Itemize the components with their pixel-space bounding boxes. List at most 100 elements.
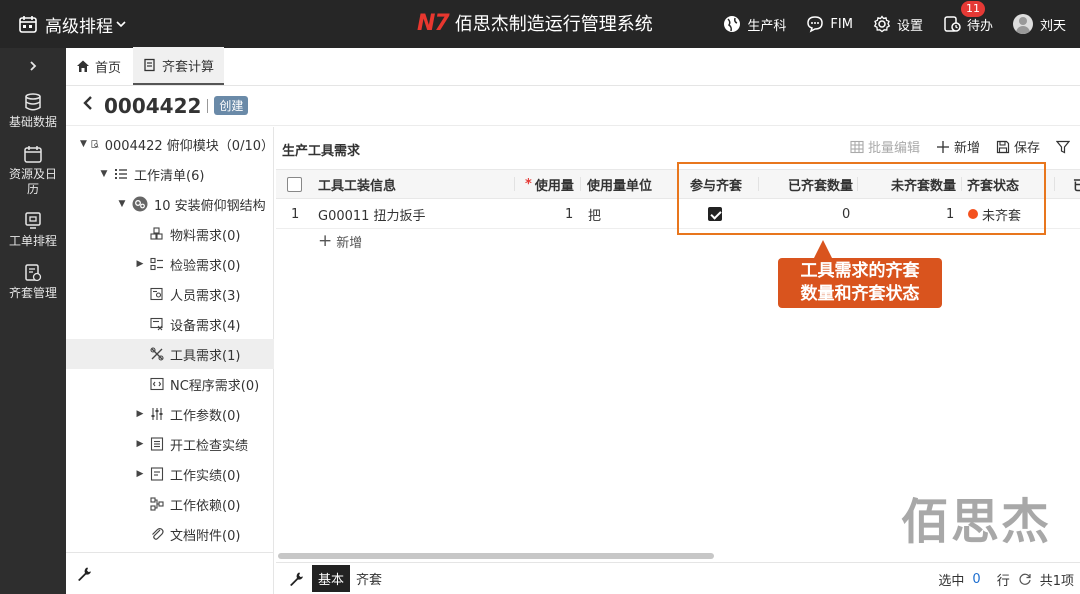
tree-node-label: 设备需求(4) <box>170 318 241 334</box>
caret-down-icon[interactable]: ▼ <box>116 199 128 209</box>
save-icon <box>996 140 1010 153</box>
tree-node-equipment[interactable]: 设备需求(4) <box>66 309 274 339</box>
col-more[interactable]: 已 <box>1073 170 1080 198</box>
select-all-checkbox[interactable] <box>287 170 302 198</box>
highlight-box <box>677 162 1046 235</box>
tree-node-label: 工作参数(0) <box>170 408 241 424</box>
settings-button[interactable]: 设置 <box>873 15 923 34</box>
nav-item-kit-management[interactable]: 齐套管理 <box>0 255 66 307</box>
todo-badge: 11 <box>960 0 985 17</box>
checklist-icon <box>150 257 163 271</box>
filter-button[interactable] <box>1056 140 1074 154</box>
tab-home[interactable]: 首页 <box>66 47 131 85</box>
tab-kit-calc[interactable]: 齐套计算 <box>133 47 225 85</box>
tool-requirements-panel: 生产工具需求 批量编辑 新增 保存 工具工装信息 * 使用量 使用量单位 参与齐套… <box>276 127 1080 559</box>
tree-node-material[interactable]: 物料需求(0) <box>66 219 274 249</box>
tree-node-work-list[interactable]: ▼ 工作清单(6) <box>66 159 274 189</box>
todo-button[interactable]: 待办 11 <box>943 0 993 34</box>
document-search-icon <box>91 140 99 148</box>
database-icon <box>25 93 41 111</box>
cell-tool-info[interactable]: G00011 扭力扳手 <box>318 199 426 229</box>
user-name: 刘天 <box>1039 18 1066 34</box>
filter-icon <box>1056 140 1070 153</box>
caret-right-icon[interactable]: ▶ <box>134 409 146 419</box>
save-label: 保存 <box>1013 141 1040 156</box>
panel-footer: 基本 齐套 选中 0 行 共1项 <box>276 562 1080 594</box>
selected-count: 0 <box>972 571 981 587</box>
col-qty-label: 使用量 <box>534 178 574 194</box>
tree-node-work-params[interactable]: ▶ 工作参数(0) <box>66 399 274 429</box>
callout-line-2: 数量和齐套状态 <box>800 284 920 304</box>
gear-icon <box>873 15 891 33</box>
divider <box>207 98 209 113</box>
panel-title: 生产工具需求 <box>282 144 361 159</box>
horizontal-scrollbar[interactable] <box>276 552 1080 560</box>
col-tool-info[interactable]: 工具工装信息 <box>318 170 396 198</box>
tree-node-tools[interactable]: 工具需求(1) <box>66 339 274 369</box>
caret-down-icon[interactable]: ▼ <box>98 169 110 179</box>
code-icon <box>150 377 164 391</box>
cell-qty[interactable]: 1 <box>565 199 573 229</box>
work-tree: ▼ 0004422 俯仰模块（0/10） ▼ 工作清单(6) ▼ 10 安装俯仰… <box>66 127 274 552</box>
kit-icon <box>25 264 42 282</box>
footer-tab-kit[interactable]: 齐套 <box>350 565 388 592</box>
user-menu[interactable]: 刘天 <box>1012 14 1066 34</box>
person-card-icon <box>150 287 163 301</box>
save-button[interactable]: 保存 <box>996 137 1040 156</box>
back-button[interactable] <box>82 95 94 116</box>
scrollbar-thumb[interactable] <box>278 553 714 559</box>
caret-right-icon[interactable]: ▶ <box>134 469 146 479</box>
cell-unit[interactable]: 把 <box>588 199 601 229</box>
dependency-icon <box>150 497 164 511</box>
fim-button[interactable]: FIM <box>806 15 853 33</box>
tree-node-personnel[interactable]: 人员需求(3) <box>66 279 274 309</box>
fim-label: FIM <box>830 16 853 32</box>
list-icon <box>115 169 127 179</box>
nav-item-label: 齐套管理 <box>8 286 57 300</box>
refresh-icon[interactable] <box>1018 572 1032 586</box>
footer-tab-basic[interactable]: 基本 <box>312 565 351 592</box>
tab-label: 首页 <box>95 60 122 76</box>
nav-item-label: 基础数据 <box>8 115 57 129</box>
tree-node-nc-program[interactable]: NC程序需求(0) <box>66 369 274 399</box>
caret-right-icon[interactable]: ▶ <box>134 439 146 449</box>
tree-node-dependencies[interactable]: 工作依赖(0) <box>66 489 274 519</box>
nav-item-resources-calendar[interactable]: 资源及日历 <box>0 136 66 203</box>
batch-edit-button[interactable]: 批量编辑 <box>850 137 920 156</box>
avatar <box>1012 14 1033 34</box>
todo-icon <box>944 16 961 32</box>
tab-bar: 首页 齐套计算 <box>66 47 1080 86</box>
col-qty[interactable]: * 使用量 <box>525 170 574 198</box>
wrench-icon[interactable] <box>288 571 304 587</box>
sliders-icon <box>151 408 163 420</box>
wrench-icon[interactable] <box>76 566 92 582</box>
column-divider <box>514 177 515 191</box>
app-switcher[interactable]: 高级排程 <box>0 12 134 37</box>
tree-node-label: 人员需求(3) <box>170 288 241 304</box>
tools-icon <box>150 347 164 361</box>
tree-node-label: 10 安装俯仰钢结构 <box>154 198 266 214</box>
nav-expand-button[interactable] <box>0 48 66 84</box>
caret-down-icon[interactable]: ▼ <box>80 139 87 149</box>
checkbox[interactable] <box>287 176 302 192</box>
tree-node-label: 物料需求(0) <box>170 228 241 244</box>
tree-node-work-results[interactable]: ▶ 工作实绩(0) <box>66 459 274 489</box>
caret-right-icon[interactable]: ▶ <box>134 259 146 269</box>
add-row-button[interactable]: + 新增 <box>318 231 362 251</box>
tree-node-label: 开工检查实绩 <box>170 438 249 454</box>
calendar-icon <box>24 146 42 163</box>
tree-node-label: 0004422 俯仰模块（0/10） <box>104 138 274 154</box>
tree-node-operation[interactable]: ▼ 10 安装俯仰钢结构 <box>66 189 274 219</box>
tree-node-attachments[interactable]: 文档附件(0) <box>66 519 274 549</box>
col-unit[interactable]: 使用量单位 <box>587 170 652 198</box>
add-button[interactable]: 新增 <box>936 137 980 156</box>
tree-node-inspection[interactable]: ▶ 检验需求(0) <box>66 249 274 279</box>
dept-selector[interactable]: 生产科 <box>723 15 786 34</box>
tree-node-root[interactable]: ▼ 0004422 俯仰模块（0/10） <box>66 129 274 159</box>
settings-label: 设置 <box>896 18 923 34</box>
nav-item-basic-data[interactable]: 基础数据 <box>0 84 66 136</box>
nav-item-work-order-scheduling[interactable]: 工单排程 <box>0 203 66 255</box>
tree-node-start-check[interactable]: ▶ 开工检查实绩 <box>66 429 274 459</box>
selection-summary: 选中 0 行 共1项 <box>938 563 1074 594</box>
callout-line-1: 工具需求的齐套 <box>800 261 920 281</box>
